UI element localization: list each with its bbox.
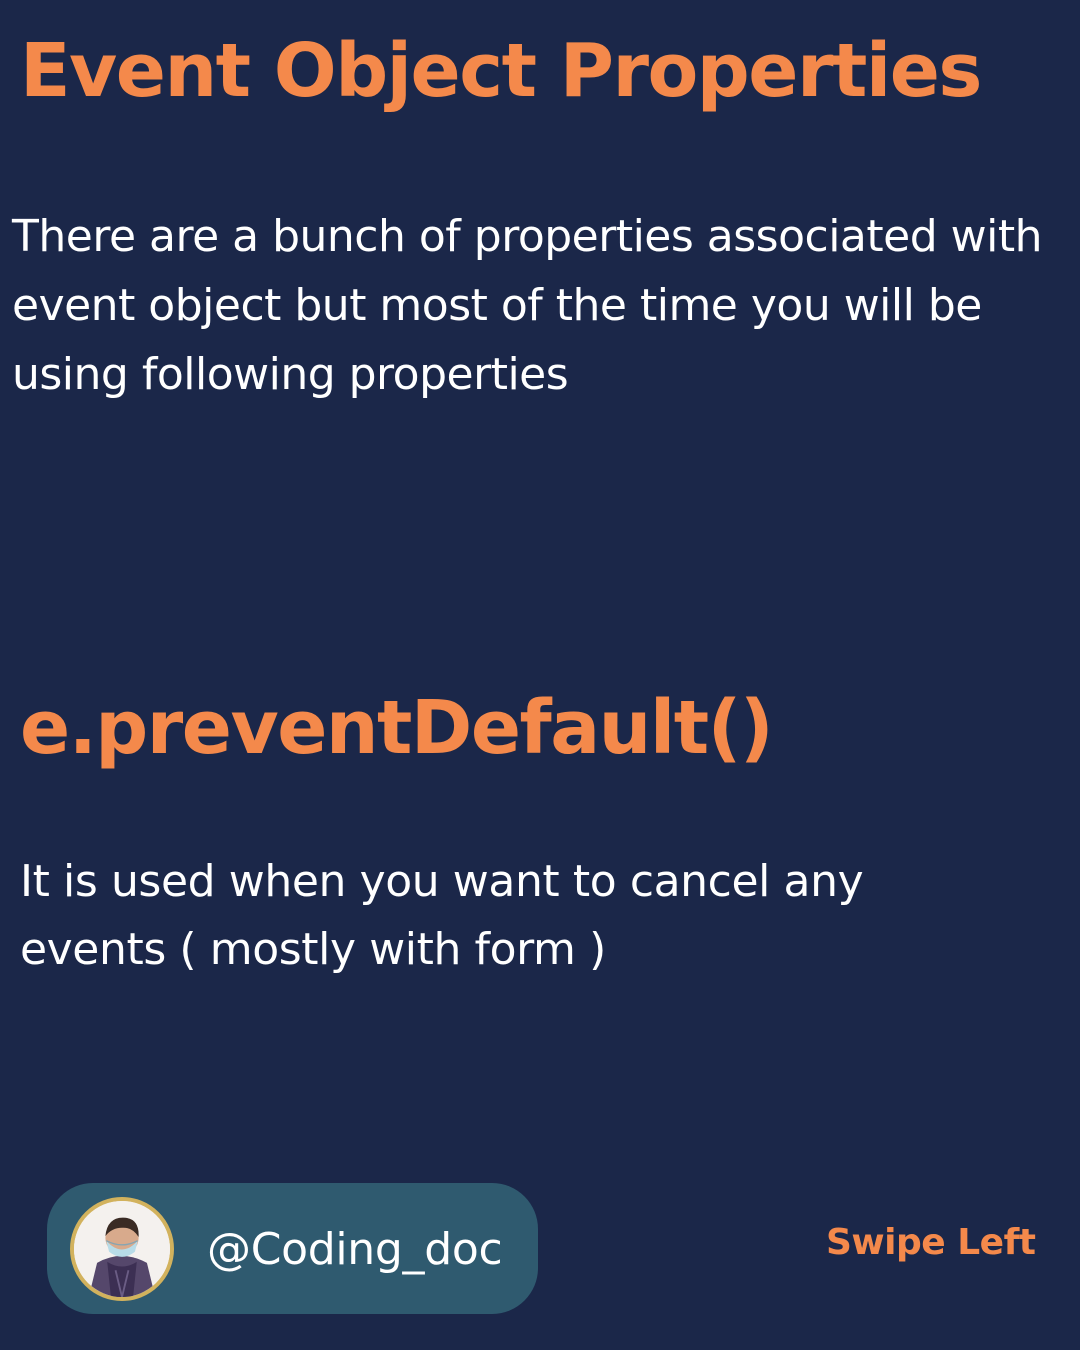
method-description: It is used when you want to cancel any e… xyxy=(20,856,864,975)
swipe-left-label[interactable]: Swipe Left xyxy=(826,1218,1046,1268)
profile-handle[interactable]: @Coding_doc xyxy=(207,1220,517,1280)
intro-text: There are a bunch of properties associat… xyxy=(12,211,1043,400)
method-title: e.preventDefault() xyxy=(20,685,774,771)
user-avatar-icon[interactable] xyxy=(70,1197,174,1301)
page-title: Event Object Properties xyxy=(20,28,982,114)
